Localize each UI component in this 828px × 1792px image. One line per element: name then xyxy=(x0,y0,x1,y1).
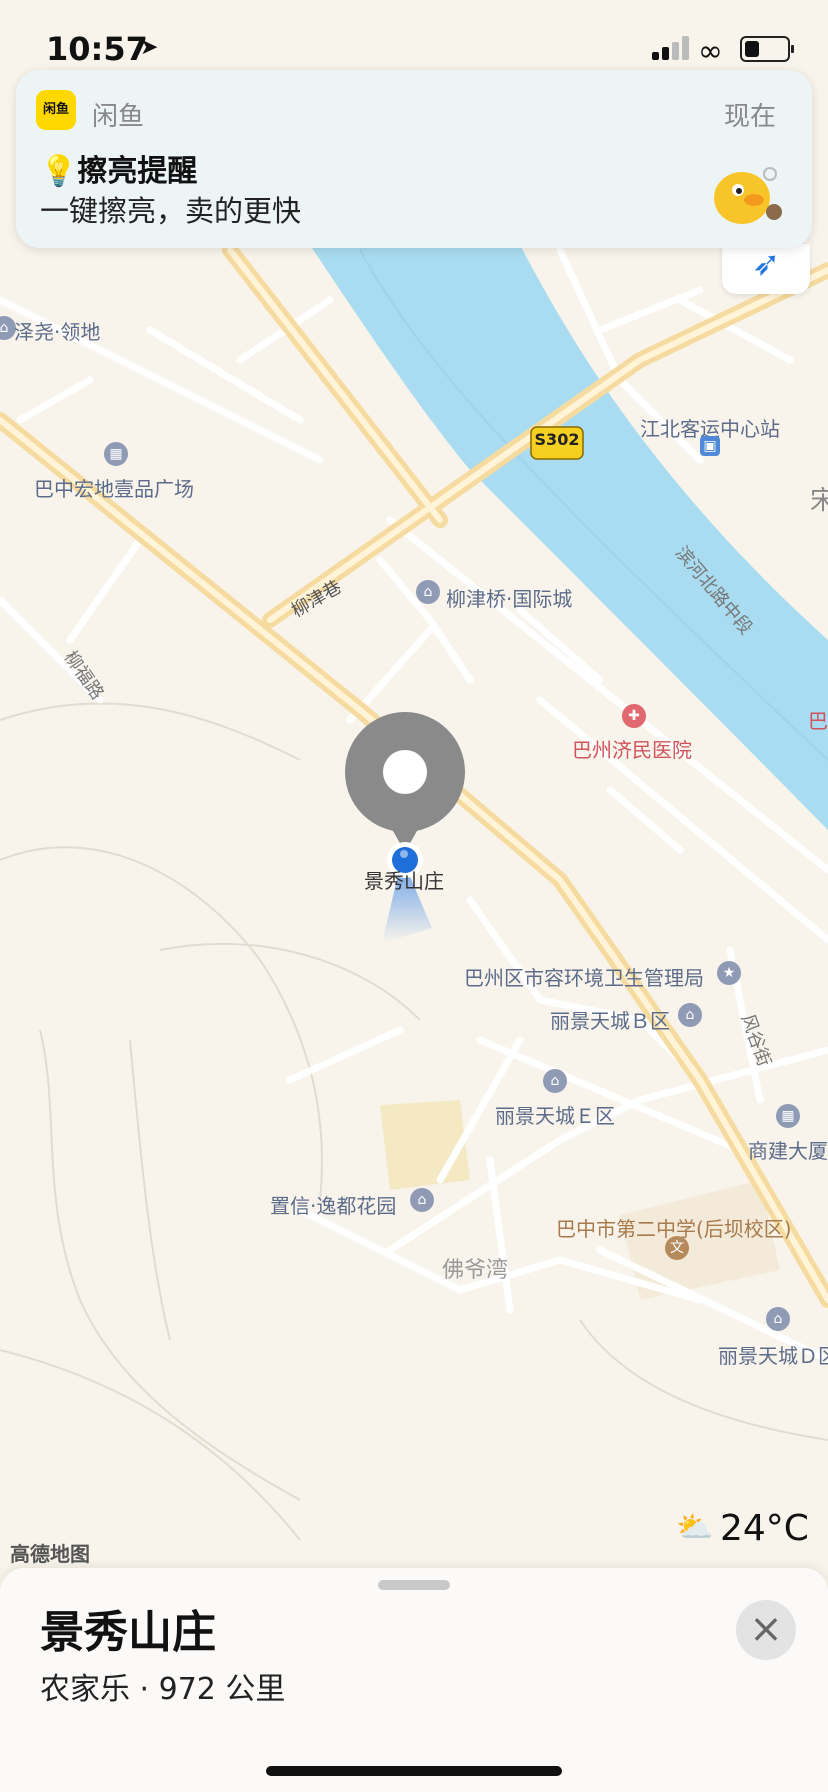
label-lijing-d[interactable]: 丽景天城Ｄ区 xyxy=(718,1340,828,1369)
link-icon: ∞ xyxy=(698,34,723,69)
label-bazhou-bureau[interactable]: 巴州区市容环境卫生管理局 xyxy=(464,962,704,991)
road-s302-label: S302 xyxy=(534,430,580,449)
label-lijing-b[interactable]: 丽景天城Ｂ区 xyxy=(550,1005,670,1034)
place-subtitle: 农家乐 · 972 公里 xyxy=(40,1672,286,1707)
government-icon: ★ xyxy=(717,961,741,985)
label-song-partial: 宋 xyxy=(810,486,828,516)
xianyu-app-icon: 闲鱼 xyxy=(36,90,76,130)
label-ba-partial: 巴 xyxy=(808,709,828,733)
residential-icon: ⌂ xyxy=(410,1188,434,1212)
label-jingxiu-map[interactable]: 景秀山庄 xyxy=(364,865,444,894)
label-lijing-e[interactable]: 丽景天城Ｅ区 xyxy=(495,1100,615,1129)
place-card[interactable]: 景秀山庄 农家乐 · 972 公里 × xyxy=(0,1568,828,1792)
building-icon: ▦ xyxy=(776,1104,800,1128)
status-time: 10:57 xyxy=(46,30,148,68)
school-icon: 文 xyxy=(665,1236,689,1260)
label-foyewan: 佛爷湾 xyxy=(442,1258,509,1283)
battery-icon xyxy=(740,36,794,62)
mascot-image xyxy=(714,167,782,224)
label-bazhong-hongdi[interactable]: 巴中宏地壹品广场 xyxy=(34,473,194,502)
label-bazhou-hospital[interactable]: 巴州济民医院 xyxy=(572,734,692,763)
weather-widget[interactable]: ⛅ 24°C xyxy=(676,1508,816,1549)
residential-icon: ⌂ xyxy=(766,1307,790,1331)
notification-time: 现在 xyxy=(723,102,776,132)
home-indicator[interactable] xyxy=(266,1766,562,1776)
close-button[interactable]: × xyxy=(736,1600,796,1660)
label-liujin-bridge[interactable]: 柳津桥·国际城 xyxy=(446,583,572,612)
notification-app-name: 闲鱼 xyxy=(92,102,145,132)
residential-icon: ⌂ xyxy=(416,580,440,604)
signal-icon xyxy=(652,36,690,60)
selected-place-pin[interactable] xyxy=(345,712,465,854)
place-title: 景秀山庄 xyxy=(40,1607,216,1658)
compass-button[interactable]: ➶ xyxy=(722,244,810,294)
weather-partly-cloudy-icon: ⛅ xyxy=(676,1510,714,1545)
notification-body: 一键擦亮，卖的更快 xyxy=(40,194,302,228)
residential-icon: ⌂ xyxy=(543,1069,567,1093)
close-icon: × xyxy=(749,1606,783,1652)
map-attribution[interactable]: 高德地图 xyxy=(10,1538,90,1567)
sheet-grabber[interactable] xyxy=(378,1580,450,1590)
compass-icon: ➶ xyxy=(752,244,781,284)
residential-icon: ⌂ xyxy=(678,1003,702,1027)
label-shangjian[interactable]: 商建大厦 xyxy=(748,1135,828,1164)
bus-station-icon: ▣ xyxy=(700,436,720,456)
hospital-icon: ✚ xyxy=(622,704,646,728)
weather-temperature: 24°C xyxy=(720,1508,809,1549)
label-zeyao[interactable]: 泽尧·领地 xyxy=(14,316,100,345)
label-zhixin[interactable]: 置信·逸都花园 xyxy=(270,1190,396,1219)
notification-title: 💡擦亮提醒 xyxy=(40,154,198,189)
location-arrow-icon: ➤ xyxy=(140,35,159,60)
building-icon: ▦ xyxy=(104,442,128,466)
notification-banner[interactable]: 闲鱼 闲鱼 现在 💡擦亮提醒 一键擦亮，卖的更快 xyxy=(16,70,812,248)
